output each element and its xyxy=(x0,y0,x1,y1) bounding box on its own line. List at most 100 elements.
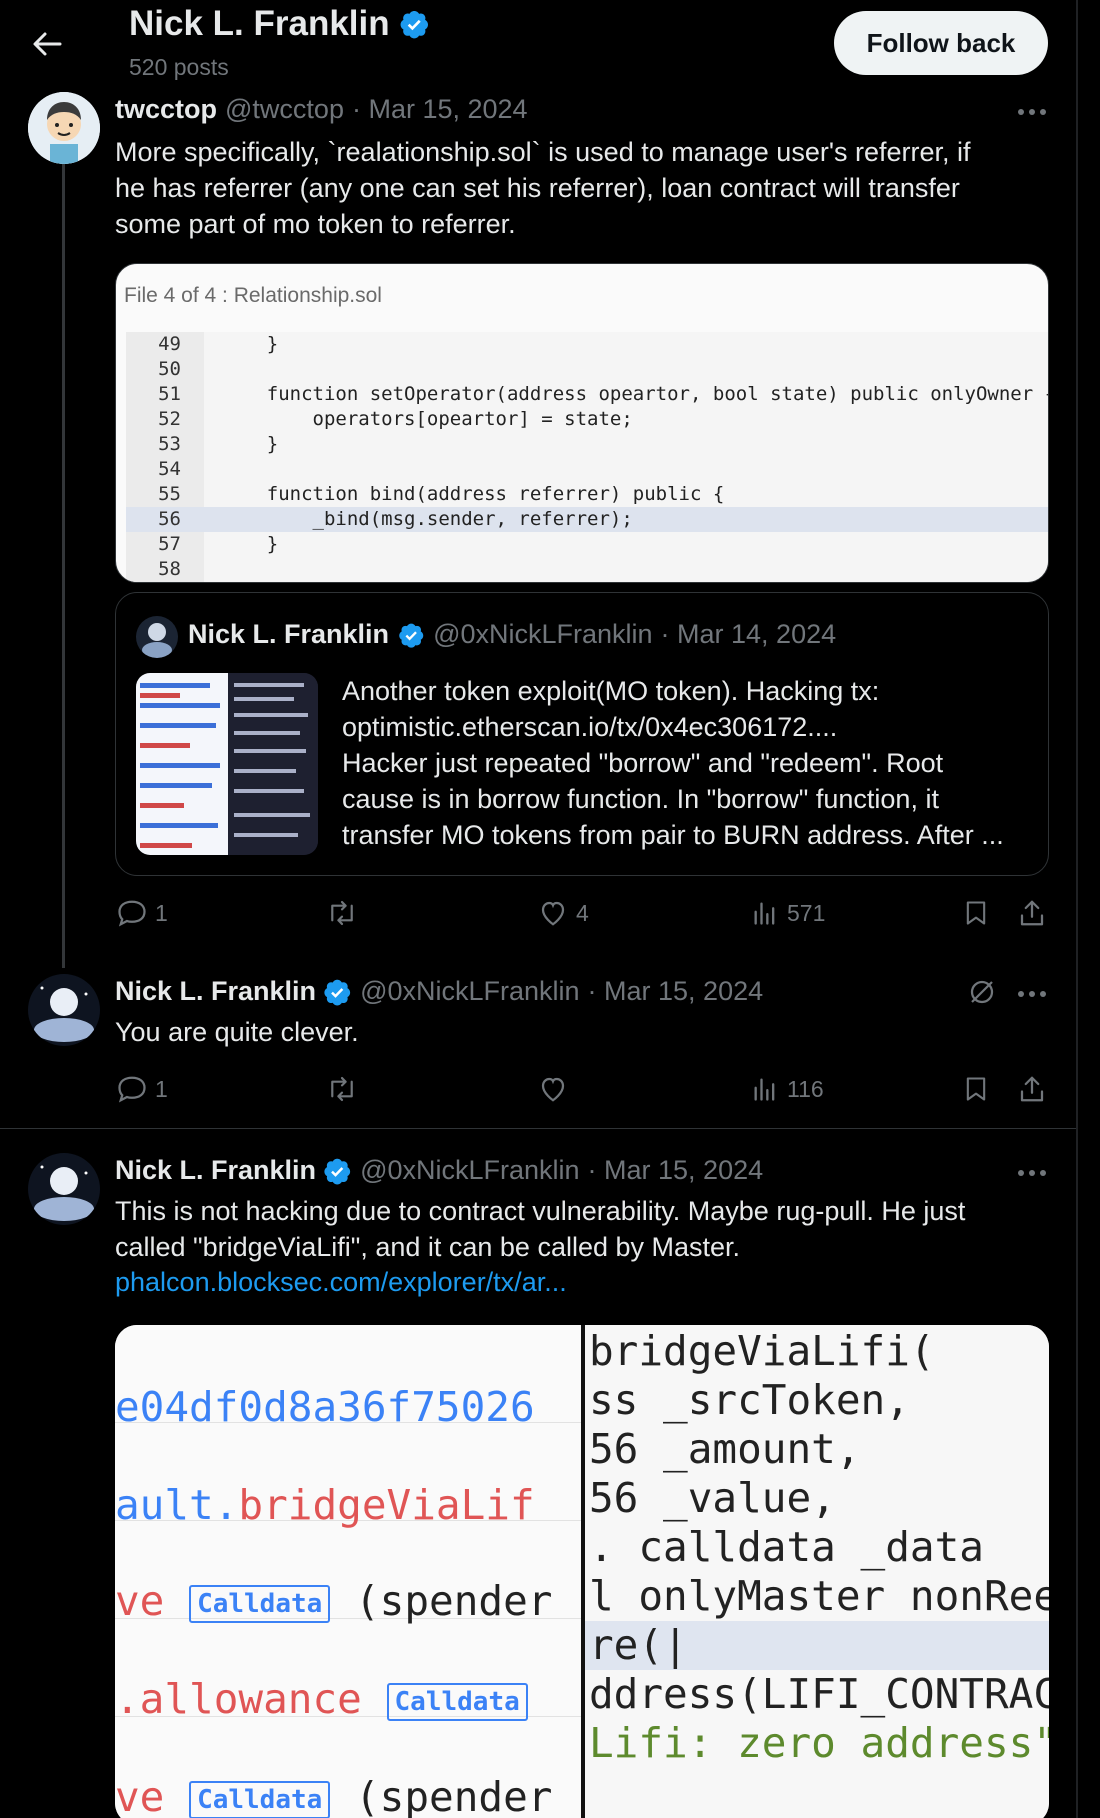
column-border xyxy=(1076,0,1078,1818)
view-count: 571 xyxy=(787,899,826,926)
reply-button[interactable]: 1 xyxy=(117,1074,168,1104)
code-line: 53 } xyxy=(158,433,279,455)
tweet-separator xyxy=(0,1128,1076,1129)
trace-text: .allowance Calldata xyxy=(115,1675,528,1723)
quoted-text-line: Another token exploit(MO token). Hacking… xyxy=(342,676,880,706)
quoted-author-name: Nick L. Franklin xyxy=(188,619,390,649)
moon-avatar-icon xyxy=(28,1153,100,1225)
code-line: 58 xyxy=(158,558,181,580)
code-line: . calldata _data xyxy=(589,1523,984,1571)
avatar-nick-franklin[interactable] xyxy=(28,974,100,1046)
repost-icon xyxy=(331,900,353,926)
bookmark-icon xyxy=(966,901,986,925)
views-button[interactable]: 116 xyxy=(751,1074,824,1104)
code-line: 56 _value, xyxy=(589,1474,836,1522)
reply-count: 1 xyxy=(155,899,168,926)
reply-icon xyxy=(118,1076,146,1103)
arrow-left-icon xyxy=(33,32,62,56)
heart-icon xyxy=(541,1077,565,1102)
code-line: 55 function bind(address referrer) publi… xyxy=(158,483,725,505)
bookmark-icon xyxy=(966,1077,986,1101)
profile-name-header: Nick L. Franklin xyxy=(129,4,430,44)
external-link[interactable]: phalcon.blocksec.com/explorer/tx/ar... xyxy=(115,1267,567,1298)
tweet-text: More specifically, `realationship.sol` i… xyxy=(115,134,971,242)
reply-count: 1 xyxy=(155,1075,168,1102)
like-button[interactable]: 4 xyxy=(538,898,589,928)
quoted-tweet-date: · Mar 14, 2024 xyxy=(660,619,837,649)
analytics-icon xyxy=(754,902,775,925)
view-count: 116 xyxy=(787,1075,824,1102)
reply-icon xyxy=(118,900,146,927)
tweet-date[interactable]: · Mar 15, 2024 xyxy=(588,1155,764,1186)
tweet-text: This is not hacking due to contract vuln… xyxy=(115,1193,965,1265)
share-icon xyxy=(1020,1076,1044,1102)
author-handle[interactable]: @0xNickLFranklin xyxy=(360,976,579,1007)
reply-button[interactable]: 1 xyxy=(117,898,168,928)
share-button[interactable] xyxy=(1017,898,1047,928)
code-line: ss _srcToken, xyxy=(589,1376,910,1424)
code-line: 52 operators[opeartor] = state; xyxy=(158,408,633,430)
repost-button[interactable] xyxy=(325,1074,359,1104)
code-line: 50 xyxy=(158,358,181,380)
author-name[interactable]: Nick L. Franklin xyxy=(115,1155,352,1186)
tweet-text-line: some part of mo token to referrer. xyxy=(115,209,516,239)
author-name[interactable]: Nick L. Franklin xyxy=(115,976,352,1007)
verified-badge-icon xyxy=(399,623,424,648)
bookmark-button[interactable] xyxy=(962,898,990,928)
like-button[interactable] xyxy=(538,1074,568,1104)
quoted-author-avatar xyxy=(136,616,178,658)
avatar-twcctop[interactable] xyxy=(28,92,100,164)
share-button[interactable] xyxy=(1017,1074,1047,1104)
more-options-icon[interactable] xyxy=(1012,1159,1052,1187)
analytics-icon xyxy=(754,1078,775,1101)
profile-name: Nick L. Franklin xyxy=(129,4,390,43)
bookmark-button[interactable] xyxy=(962,1074,990,1104)
code-line: l onlyMaster nonReen xyxy=(589,1572,1049,1620)
tweet-image-pair[interactable]: e04df0d8a36f75026 ault.bridgeViaLif ve C… xyxy=(115,1325,1049,1818)
cartoon-avatar-icon xyxy=(28,92,100,164)
more-options-icon[interactable] xyxy=(1012,98,1052,126)
quoted-text-line: transfer MO tokens from pair to BURN add… xyxy=(342,820,1004,850)
quoted-tweet-thumbnail xyxy=(136,673,318,855)
verified-badge-icon xyxy=(324,1158,351,1184)
code-line: 56 _amount, xyxy=(589,1425,861,1473)
avatar-nick-franklin[interactable] xyxy=(28,1153,100,1225)
like-count: 4 xyxy=(576,899,589,926)
source-code-image[interactable]: bridgeViaLifi( ss _srcToken, 56 _amount,… xyxy=(585,1325,1049,1818)
tx-trace-image[interactable]: e04df0d8a36f75026 ault.bridgeViaLif ve C… xyxy=(115,1325,581,1818)
trace-text: ve Calldata (spender xyxy=(115,1577,553,1625)
code-line: 57 } xyxy=(158,533,279,555)
tweet-header: Nick L. Franklin @0xNickLFranklin · Mar … xyxy=(115,1155,763,1186)
author-handle[interactable]: @0xNickLFranklin xyxy=(360,1155,579,1186)
author-name[interactable]: twcctop xyxy=(115,94,217,125)
code-screenshot-image[interactable]: File 4 of 4 : Relationship.sol 49 } 50 5… xyxy=(115,263,1049,583)
code-line: bridgeViaLifi( xyxy=(589,1327,935,1375)
tweet-date[interactable]: · Mar 15, 2024 xyxy=(588,976,764,1007)
follow-back-button[interactable]: Follow back xyxy=(834,11,1048,75)
code-line-highlighted: re(| xyxy=(585,1621,1049,1670)
quoted-tweet-text: Another token exploit(MO token). Hacking… xyxy=(342,673,1042,853)
quoted-tweet-card[interactable]: Nick L. Franklin @0xNickLFranklin · Mar … xyxy=(115,592,1049,876)
post-count: 520 posts xyxy=(129,54,229,80)
tweet-text-line: This is not hacking due to contract vuln… xyxy=(115,1196,966,1226)
tweet-header: twcctop @twcctop · Mar 15, 2024 xyxy=(115,94,528,125)
views-button[interactable]: 571 xyxy=(751,898,825,928)
moon-avatar-icon xyxy=(28,974,100,1046)
verified-badge-icon xyxy=(324,979,351,1005)
verified-badge-icon xyxy=(400,10,428,39)
tweet-header: Nick L. Franklin @0xNickLFranklin · Mar … xyxy=(115,976,763,1007)
quoted-tweet-header: Nick L. Franklin @0xNickLFranklin · Mar … xyxy=(188,619,836,650)
tweet-date[interactable]: · Mar 15, 2024 xyxy=(352,94,528,125)
grok-icon[interactable] xyxy=(962,978,1002,1006)
author-handle[interactable]: @twcctop xyxy=(225,94,344,125)
tweet-text-line: More specifically, `realationship.sol` i… xyxy=(115,137,971,167)
code-editor: 49 } 50 51 function setOperator(address … xyxy=(126,332,1048,582)
tweet-text-line: he has referrer (any one can set his ref… xyxy=(115,173,960,203)
share-icon xyxy=(1020,900,1044,926)
more-options-icon[interactable] xyxy=(1012,980,1052,1008)
code-line-highlighted: 56 _bind(msg.sender, referrer); xyxy=(126,507,1048,532)
tweet-text-line: called "bridgeViaLifi", and it can be ca… xyxy=(115,1232,741,1262)
repost-button[interactable] xyxy=(325,898,367,928)
code-line: ddress(LIFI_CONTRACT xyxy=(589,1670,1049,1718)
back-button[interactable] xyxy=(22,22,72,66)
